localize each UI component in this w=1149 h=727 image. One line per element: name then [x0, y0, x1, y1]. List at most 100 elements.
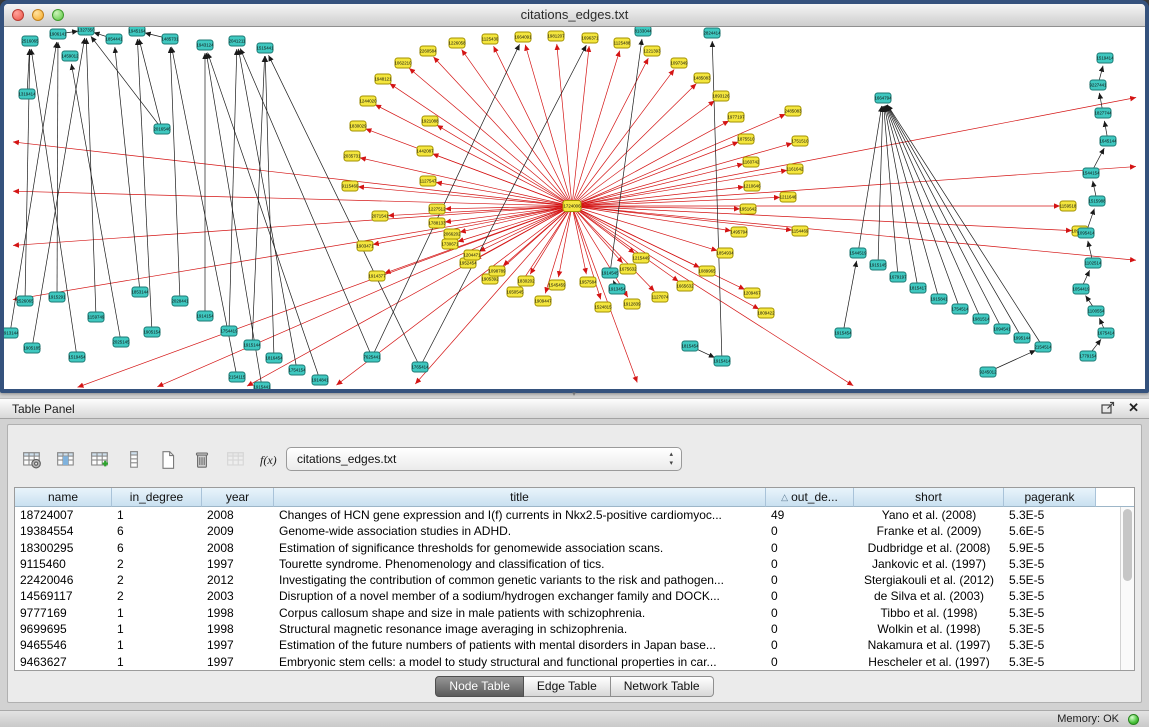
- cell-pagerank: 5.3E-5: [1004, 605, 1096, 621]
- table-row[interactable]: 1830029562008Estimation of significance …: [15, 540, 1120, 556]
- column-header-pagerank[interactable]: pagerank: [1004, 488, 1096, 507]
- graph-edge: [712, 41, 722, 361]
- cell-pagerank: 5.3E-5: [1004, 637, 1096, 653]
- graph-edge: [858, 106, 882, 253]
- graph-node-label: 1098789: [488, 269, 506, 274]
- combo-selected-value: citations_edges.txt: [297, 452, 396, 466]
- close-button[interactable]: [12, 9, 24, 21]
- graph-node-label: 1665632: [676, 284, 694, 289]
- graph-edge: [57, 42, 58, 297]
- graph-node-label: 1815454: [681, 344, 699, 349]
- delete-table-icon[interactable]: [190, 448, 214, 472]
- graph-node-label: 1816454: [265, 356, 283, 361]
- graph-edge: [572, 206, 586, 274]
- table-scrollbar[interactable]: [1120, 507, 1134, 670]
- graph-node-label: 1853144: [131, 290, 149, 295]
- cell-title: Disruption of a novel member of a sodium…: [274, 588, 766, 604]
- table-edit-icon[interactable]: [88, 448, 112, 472]
- sort-ascending-icon: △: [781, 492, 788, 503]
- tab-network-table[interactable]: Network Table: [611, 676, 714, 697]
- cell-name: 9699695: [15, 621, 112, 637]
- function-builder-icon[interactable]: f(x): [258, 448, 282, 472]
- column-slim-icon[interactable]: [122, 448, 146, 472]
- cell-short: Hescheler et al. (1997): [854, 654, 1004, 670]
- cell-name: 9463627: [15, 654, 112, 670]
- cell-title: Genome-wide association studies in ADHD.: [274, 523, 766, 539]
- graph-edge: [557, 44, 572, 206]
- cell-title: Investigating the contribution of common…: [274, 572, 766, 588]
- network-graph[interactable]: 1724006911546020357311830029124402019481…: [4, 27, 1145, 390]
- cell-name: 9115460: [15, 556, 112, 572]
- cell-title: Tourette syndrome. Phenomenology and cla…: [274, 556, 766, 572]
- import-table-disabled-icon[interactable]: [224, 448, 248, 472]
- cell-pagerank: 5.6E-5: [1004, 523, 1096, 539]
- table-row[interactable]: 1456911722003Disruption of a novel membe…: [15, 588, 1120, 604]
- tab-edge-table[interactable]: Edge Table: [524, 676, 611, 697]
- graph-edge: [78, 206, 572, 387]
- graph-edge: [843, 261, 857, 333]
- cell-pagerank: 5.3E-5: [1004, 654, 1096, 670]
- new-table-icon[interactable]: [156, 448, 180, 472]
- cell-short: Jankovic et al. (1997): [854, 556, 1004, 572]
- table-row[interactable]: 2242004622012Investigating the contribut…: [15, 572, 1120, 588]
- table-row[interactable]: 946554611997Estimation of the future num…: [15, 637, 1120, 653]
- cell-in_degree: 2: [112, 572, 202, 588]
- graph-edge: [462, 50, 572, 206]
- table-row[interactable]: 977716911998Corpus callosum shape and si…: [15, 605, 1120, 621]
- graph-node-label: 1779154: [1079, 354, 1097, 359]
- graph-edge: [572, 58, 648, 206]
- column-header-in_degree[interactable]: in_degree: [112, 488, 202, 507]
- graph-node-label: 1754514: [951, 307, 969, 312]
- table-row[interactable]: 1938455462009Genome-wide association stu…: [15, 523, 1120, 539]
- table-column-icon[interactable]: [54, 448, 78, 472]
- cell-in_degree: 2: [112, 588, 202, 604]
- graph-node-label: 1102514: [1085, 261, 1102, 266]
- graph-edge: [572, 206, 792, 230]
- column-header-year[interactable]: year: [202, 488, 274, 507]
- graph-node-label: 1951642: [739, 207, 757, 212]
- column-header-short[interactable]: short: [854, 488, 1004, 507]
- cell-out_de: 0: [766, 637, 854, 653]
- graph-node-label: 1675632: [619, 267, 637, 272]
- graph-node-label: 2154115: [229, 375, 246, 380]
- float-panel-icon[interactable]: [1101, 401, 1116, 415]
- scrollbar-thumb[interactable]: [1123, 509, 1132, 581]
- graph-node-label: 1210646: [743, 184, 761, 189]
- column-header-name[interactable]: name: [15, 488, 112, 507]
- tab-node-table[interactable]: Node Table: [435, 676, 524, 697]
- table-selector-combobox[interactable]: citations_edges.txt: [286, 447, 682, 471]
- cell-out_de: 0: [766, 654, 854, 670]
- graph-node-label: 1154469: [792, 229, 809, 234]
- table-row[interactable]: 1872400712008Changes of HCN gene express…: [15, 507, 1120, 523]
- minimize-button[interactable]: [32, 9, 44, 21]
- graph-edge: [572, 167, 1136, 206]
- graph-node-label: 1226058: [448, 41, 466, 46]
- table-row[interactable]: 946362711997Embryonic stem cells: a mode…: [15, 654, 1120, 670]
- graph-node-label: 1754419: [220, 329, 238, 334]
- network-window: citations_edges.txt 17240069115460203573…: [0, 0, 1149, 393]
- column-header-title[interactable]: title: [274, 488, 766, 507]
- cell-year: 1997: [202, 637, 274, 653]
- graph-node-label: 1544519: [849, 251, 867, 256]
- window-titlebar[interactable]: citations_edges.txt: [4, 4, 1145, 27]
- column-header-out_de[interactable]: △out_de...: [766, 488, 854, 507]
- cell-name: 9465546: [15, 637, 112, 653]
- cell-name: 9777169: [15, 605, 112, 621]
- graph-node-label: 1459012: [61, 54, 79, 59]
- graph-node-label: 1159518: [1060, 204, 1077, 209]
- network-canvas-area[interactable]: 1724006911546020357311830029124402019481…: [4, 27, 1145, 390]
- table-settings-icon[interactable]: [20, 448, 44, 472]
- graph-edge: [887, 105, 1022, 338]
- graph-node-label: 1854934: [716, 251, 734, 256]
- cell-pagerank: 5.9E-5: [1004, 540, 1096, 556]
- graph-node-label: 1915291: [48, 295, 66, 300]
- graph-node-label: 1100554: [1088, 309, 1105, 314]
- graph-node-label: 1952454: [459, 261, 477, 266]
- table-row[interactable]: 969969511998Structural magnetic resonanc…: [15, 621, 1120, 637]
- graph-node-label: 1485083: [693, 76, 711, 81]
- graph-node-label: 1442087: [416, 149, 434, 154]
- table-row[interactable]: 911546021997Tourette syndrome. Phenomeno…: [15, 556, 1120, 572]
- close-panel-icon[interactable]: [1128, 401, 1139, 415]
- cell-out_de: 49: [766, 507, 854, 523]
- zoom-button[interactable]: [52, 9, 64, 21]
